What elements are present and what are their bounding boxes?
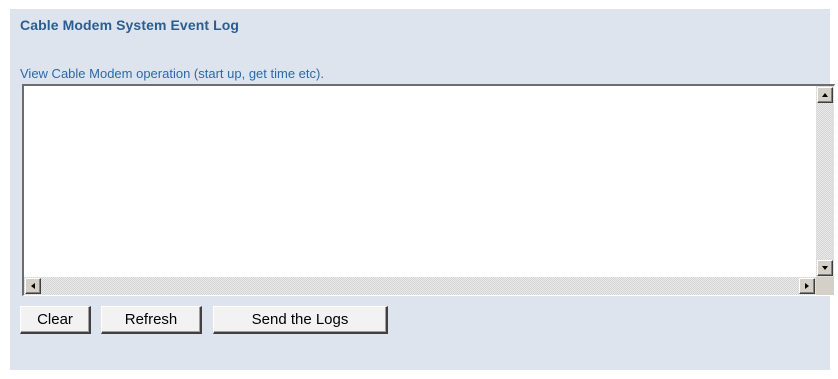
scroll-down-button[interactable] bbox=[817, 260, 833, 276]
event-log-content bbox=[26, 88, 814, 275]
send-logs-button[interactable]: Send the Logs bbox=[213, 306, 388, 334]
clear-button[interactable]: Clear bbox=[20, 306, 91, 334]
scroll-left-button[interactable] bbox=[25, 278, 41, 294]
horizontal-scrollbar[interactable] bbox=[24, 277, 816, 295]
event-log-panel: Cable Modem System Event Log View Cable … bbox=[10, 9, 835, 370]
vertical-scrollbar[interactable] bbox=[816, 86, 834, 277]
scroll-up-button[interactable] bbox=[817, 87, 833, 103]
refresh-button[interactable]: Refresh bbox=[101, 306, 202, 334]
triangle-down-icon bbox=[822, 266, 828, 270]
triangle-left-icon bbox=[31, 283, 35, 289]
page-description: View Cable Modem operation (start up, ge… bbox=[20, 66, 324, 81]
event-log-textarea[interactable] bbox=[22, 84, 835, 296]
scroll-right-button[interactable] bbox=[799, 278, 815, 294]
triangle-right-icon bbox=[805, 283, 809, 289]
page-title: Cable Modem System Event Log bbox=[20, 17, 240, 33]
triangle-up-icon bbox=[822, 93, 828, 97]
scrollbar-corner bbox=[816, 277, 834, 295]
